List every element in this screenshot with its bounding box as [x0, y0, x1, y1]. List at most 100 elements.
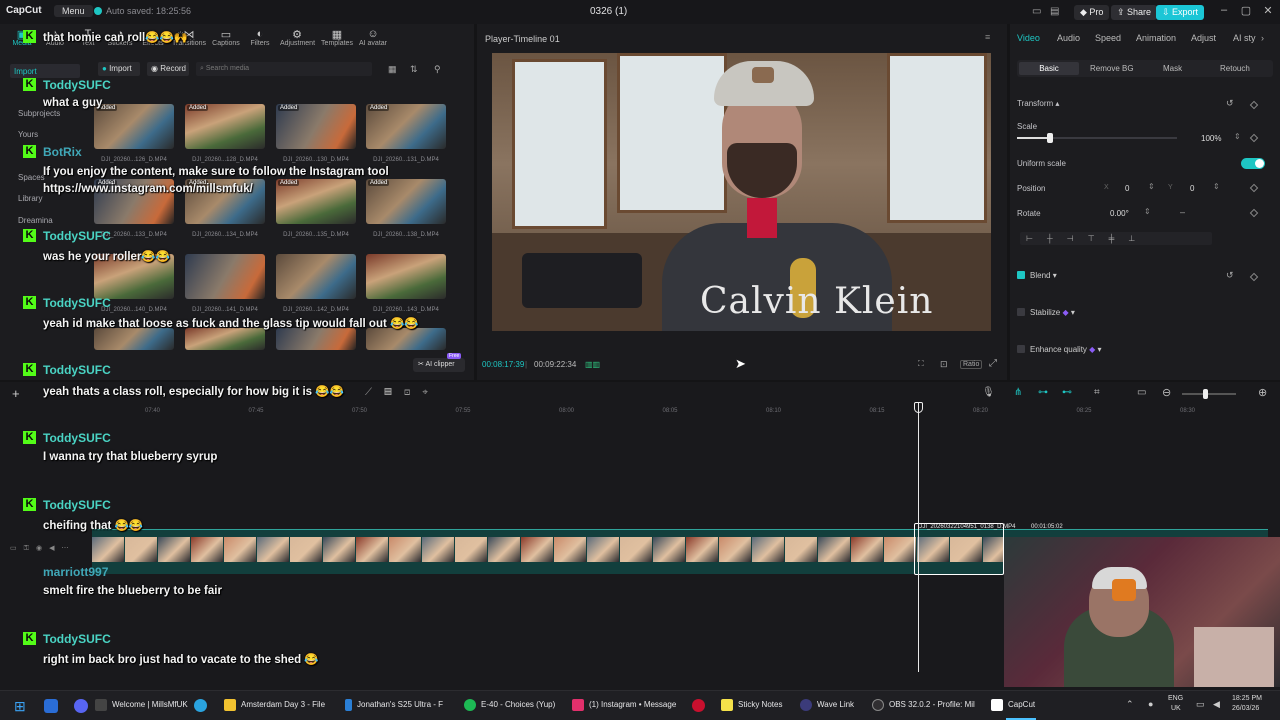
media-thumb[interactable]: Added: [94, 104, 174, 149]
rotate-dial-icon[interactable]: –: [1180, 207, 1185, 217]
scale-value[interactable]: 100%: [1201, 134, 1221, 143]
media-thumb[interactable]: [366, 328, 446, 350]
enhance-checkbox[interactable]: [1017, 345, 1025, 353]
ratio-button[interactable]: Ratio: [960, 360, 983, 369]
media-thumb[interactable]: [276, 328, 356, 350]
scale-slider-knob[interactable]: [1047, 133, 1053, 143]
volume-icon[interactable]: ◀: [1213, 699, 1220, 710]
subtab-mask[interactable]: Mask: [1163, 64, 1182, 73]
close-icon[interactable]: ✕: [1260, 4, 1276, 17]
panel-icon[interactable]: ▤: [1050, 6, 1059, 17]
maximize-icon[interactable]: ▢: [1238, 4, 1254, 17]
transform-header[interactable]: Transform ▴: [1017, 99, 1059, 108]
keyframe-icon[interactable]: [1249, 208, 1259, 218]
lock-icon[interactable]: ▭: [10, 545, 24, 552]
menu-button[interactable]: Menu: [54, 5, 93, 17]
video-preview[interactable]: Calvin Klein: [492, 53, 991, 331]
tab-speed[interactable]: Speed: [1095, 33, 1121, 43]
tab-video[interactable]: Video: [1017, 33, 1040, 43]
layout-icon[interactable]: ▭: [1032, 6, 1041, 17]
keyframe-icon[interactable]: [1249, 272, 1259, 282]
playhead-handle[interactable]: [914, 402, 923, 413]
subtab-retouch[interactable]: Retouch: [1220, 64, 1250, 73]
subtab-basic[interactable]: Basic: [1019, 62, 1079, 75]
align-left-icon[interactable]: ⊢: [1026, 234, 1047, 243]
tool-captions[interactable]: ▭ Captions: [209, 28, 243, 47]
clock-date[interactable]: 26/03/26: [1232, 705, 1259, 712]
player-menu-icon[interactable]: ≡: [985, 32, 990, 42]
media-thumb[interactable]: [366, 254, 446, 299]
media-thumb[interactable]: [276, 254, 356, 299]
task-capcut[interactable]: CapCut: [991, 699, 1035, 711]
task-sticky-notes[interactable]: Sticky Notes: [721, 699, 782, 711]
tray-mic-icon[interactable]: ●: [1148, 699, 1153, 709]
record-button[interactable]: ◉ Record: [147, 62, 189, 76]
share-button[interactable]: ⇪ Share: [1111, 5, 1158, 20]
grid-view-icon[interactable]: ▦: [388, 64, 397, 75]
tab-animation[interactable]: Animation: [1136, 33, 1176, 43]
tool-filters[interactable]: ◐ Filters: [243, 28, 277, 47]
search-input[interactable]: ⌕ Search media: [196, 62, 372, 76]
category-subprojects[interactable]: Subprojects: [18, 109, 60, 118]
filter-icon[interactable]: ⚲: [434, 64, 441, 75]
windows-start-icon[interactable]: ⊞: [14, 698, 26, 715]
tabs-next-icon[interactable]: ›: [1261, 33, 1264, 43]
import-button[interactable]: ● Import: [98, 62, 140, 76]
network-icon[interactable]: ▭: [1196, 699, 1205, 710]
tab-adjust[interactable]: Adjust: [1191, 33, 1216, 43]
fullscreen-quality-icon[interactable]: ⛶: [918, 359, 924, 369]
export-button[interactable]: ⇩ Export: [1156, 5, 1205, 20]
tool-ai-avatar[interactable]: ☺ AI avatar: [356, 28, 390, 47]
clip-selected[interactable]: [914, 523, 1004, 575]
category-spaces[interactable]: Spaces: [18, 173, 45, 182]
pos-y-value[interactable]: 0: [1190, 184, 1194, 193]
pos-x-stepper-icon[interactable]: ⇕: [1148, 182, 1155, 191]
lang-bottom[interactable]: UK: [1171, 705, 1181, 712]
category-dreamina[interactable]: Dreamina: [18, 216, 53, 225]
category-yours[interactable]: Yours: [18, 130, 38, 139]
category-library[interactable]: Library: [18, 194, 42, 203]
task-explorer[interactable]: Amsterdam Day 3 - File: [224, 699, 325, 711]
tab-audio[interactable]: Audio: [1057, 33, 1080, 43]
pos-y-stepper-icon[interactable]: ⇕: [1213, 182, 1220, 191]
media-thumb[interactable]: [185, 254, 265, 299]
media-thumb[interactable]: [185, 328, 265, 350]
align-center-icon[interactable]: ┼: [1047, 234, 1067, 243]
uniform-scale-toggle[interactable]: [1241, 158, 1265, 169]
task-welcome[interactable]: Welcome | MillsMfUK: [95, 699, 188, 711]
telegram-icon[interactable]: [194, 699, 207, 712]
clock-time[interactable]: 18:25 PM: [1232, 695, 1262, 702]
pro-button[interactable]: ◆ Pro: [1074, 5, 1110, 20]
task-obs[interactable]: OBS 32.0.2 - Profile: Mil: [872, 699, 975, 711]
rotate-value[interactable]: 0.00°: [1110, 209, 1129, 218]
rotate-stepper-icon[interactable]: ⇕: [1144, 207, 1151, 216]
lang-top[interactable]: ENG: [1168, 695, 1183, 702]
scale-slider[interactable]: [1017, 137, 1177, 139]
tray-chevron-icon[interactable]: ⌃: [1126, 699, 1134, 710]
media-thumb[interactable]: Added: [366, 104, 446, 149]
ai-clipper-button[interactable]: ✂ AI clipper: [413, 358, 465, 372]
task-spotify[interactable]: E-40 - Choices (Yup): [464, 699, 555, 711]
keyframe-icon[interactable]: [1249, 100, 1259, 110]
task-phone[interactable]: Jonathan's S25 Ultra - F: [345, 699, 443, 711]
stabilize-checkbox[interactable]: [1017, 308, 1025, 316]
discord-icon[interactable]: [74, 699, 88, 713]
minimize-icon[interactable]: –: [1216, 4, 1232, 16]
task-instagram[interactable]: (1) Instagram • Message: [572, 699, 676, 711]
lock-track-icon[interactable]: ⚿: [24, 545, 36, 552]
search-taskbar-icon[interactable]: [44, 699, 58, 713]
tool-adjustment[interactable]: ⚙ Adjustment: [280, 28, 315, 47]
more-icon[interactable]: ⋯: [61, 545, 75, 552]
media-thumb[interactable]: Added: [185, 104, 265, 149]
record-app-icon[interactable]: [692, 699, 705, 712]
tool-templates[interactable]: ▦ Templates: [320, 28, 354, 47]
reset-blend-icon[interactable]: ↺: [1226, 270, 1234, 281]
align-right-icon[interactable]: ⊣: [1067, 234, 1088, 243]
expand-icon[interactable]: ⤢: [989, 358, 997, 369]
align-bottom-icon[interactable]: ⊥: [1128, 234, 1149, 243]
blend-checkbox[interactable]: [1017, 271, 1025, 279]
tab-ai-style[interactable]: AI sty: [1233, 33, 1256, 43]
pos-x-value[interactable]: 0: [1125, 184, 1129, 193]
playhead[interactable]: [918, 402, 919, 672]
media-thumb[interactable]: Added: [276, 104, 356, 149]
